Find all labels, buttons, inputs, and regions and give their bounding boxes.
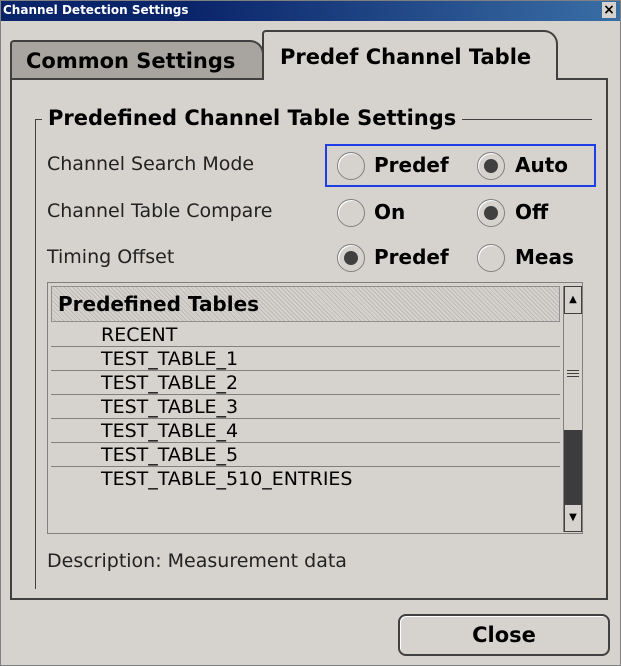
tab-common-settings[interactable]: Common Settings [10, 40, 264, 78]
table-row[interactable]: TEST_TABLE_3 [51, 395, 560, 419]
scroll-grip-line [567, 373, 579, 374]
focus-highlight [325, 144, 596, 187]
window-title: Channel Detection Settings [3, 3, 189, 17]
channel-table-compare-label: Channel Table Compare [47, 200, 273, 222]
table-compare-on-radio[interactable] [337, 199, 365, 227]
predefined-tables-list: Predefined Tables RECENT TEST_TABLE_1 TE… [47, 282, 583, 534]
timing-offset-meas-label[interactable]: Meas [515, 245, 574, 269]
table-compare-on-label[interactable]: On [374, 200, 405, 224]
table-header[interactable]: Predefined Tables [51, 286, 560, 322]
table-row[interactable]: TEST_TABLE_2 [51, 371, 560, 395]
close-icon[interactable]: × [602, 2, 616, 18]
table-row[interactable]: TEST_TABLE_1 [51, 347, 560, 371]
down-arrow-icon[interactable]: ▼ [564, 504, 582, 532]
channel-search-mode-label: Channel Search Mode [47, 153, 255, 175]
table-compare-off-label[interactable]: Off [515, 200, 548, 224]
timing-offset-label: Timing Offset [47, 246, 175, 268]
table-row[interactable]: RECENT [51, 323, 560, 347]
tab-predef-channel-table[interactable]: Predef Channel Table [262, 30, 558, 80]
scroll-grip-line [567, 370, 579, 371]
table-row[interactable]: TEST_TABLE_4 [51, 419, 560, 443]
scroll-grip-line [567, 376, 579, 377]
table-compare-off-radio[interactable] [477, 199, 505, 227]
table-row[interactable]: TEST_TABLE_510_ENTRIES [51, 467, 560, 491]
up-arrow-icon[interactable]: ▲ [564, 286, 582, 314]
timing-offset-predef-label[interactable]: Predef [374, 245, 449, 269]
description-text: Description: Measurement data [47, 550, 347, 572]
close-button[interactable]: Close [398, 614, 610, 656]
timing-offset-predef-radio[interactable] [337, 244, 365, 272]
vertical-scrollbar[interactable]: ▲ ▼ [563, 286, 582, 532]
scroll-thumb[interactable] [564, 430, 582, 504]
group-title: Predefined Channel Table Settings [42, 106, 463, 130]
title-bar: Channel Detection Settings × [1, 1, 620, 21]
table-row[interactable]: TEST_TABLE_5 [51, 443, 560, 467]
timing-offset-meas-radio[interactable] [477, 244, 505, 272]
